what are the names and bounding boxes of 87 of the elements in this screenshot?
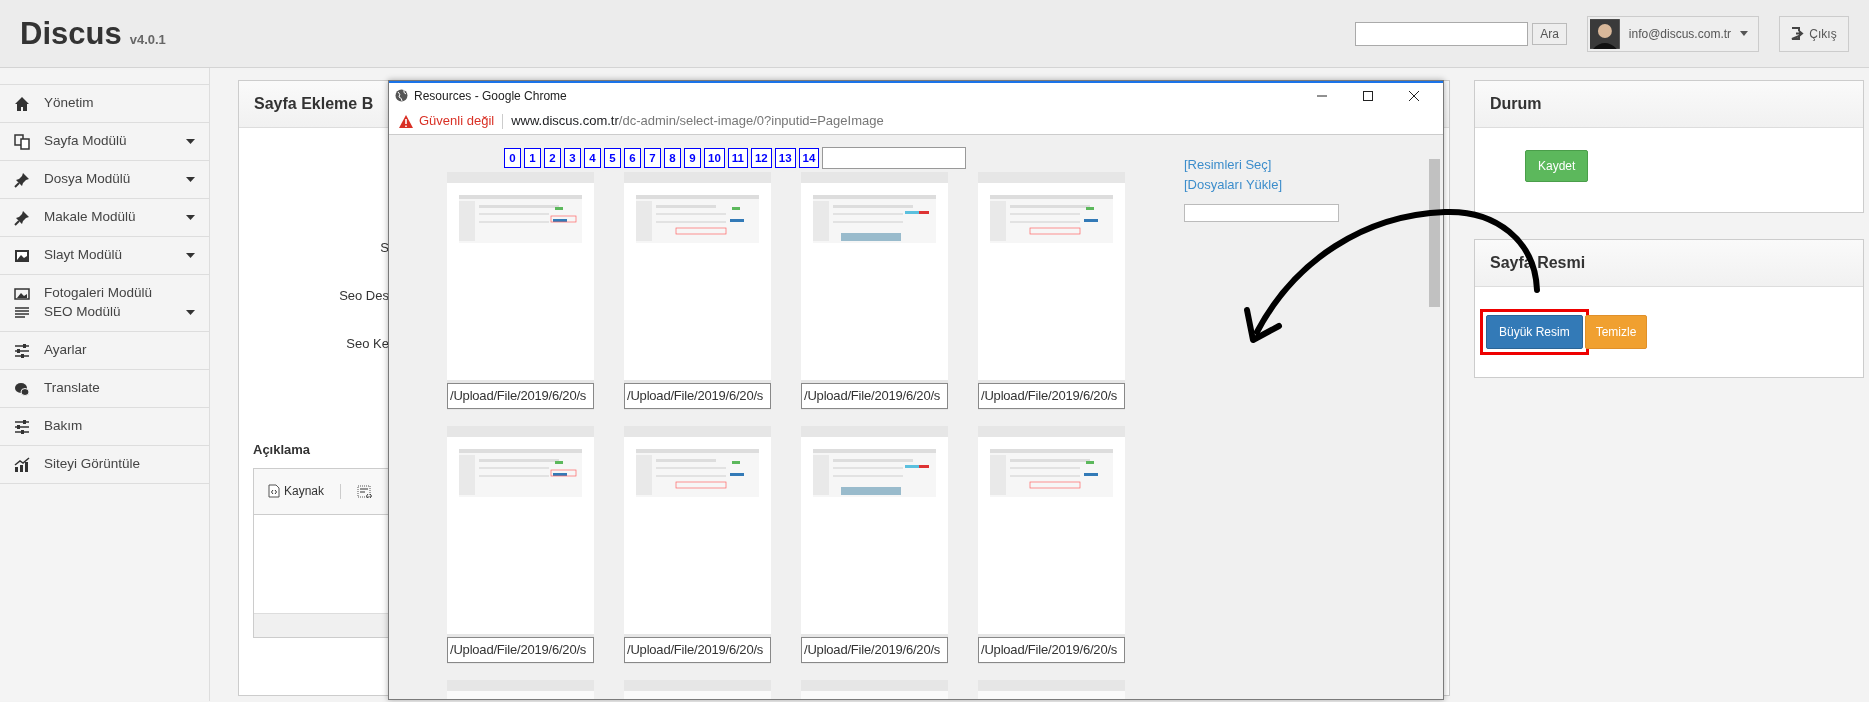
sliders-icon <box>14 342 30 359</box>
home-icon <box>14 95 30 112</box>
pin-icon <box>14 209 30 226</box>
thumbnail-card[interactable]: /Upload/File/2019/6/20/s <box>447 172 594 410</box>
chart-icon <box>14 456 30 473</box>
globe-icon <box>395 89 408 102</box>
path-field[interactable]: /Upload/File/2019/6/20/s <box>447 637 594 663</box>
menu-item-label[interactable]: Sayfa Modülü <box>44 131 127 152</box>
pin-icon <box>14 171 30 188</box>
path-field[interactable]: /Upload/File/2019/6/20/s <box>978 383 1125 409</box>
field-label: Seo Ke <box>346 336 389 351</box>
page-number-button[interactable]: 8 <box>664 148 681 168</box>
security-warning: Güvenli değil <box>419 112 495 131</box>
thumbnail-card[interactable]: /Upload/File/2019/6/20/s <box>801 426 948 664</box>
path-field[interactable]: /Upload/File/2019/6/20/s <box>801 383 948 409</box>
page-number-button[interactable]: 4 <box>584 148 601 168</box>
menu-item-label[interactable]: Translate <box>44 378 100 399</box>
thumbnail-card[interactable]: /Upload/File/2019/6/20/s <box>624 426 771 664</box>
page-number-button[interactable]: 6 <box>624 148 641 168</box>
sliders-icon <box>14 418 30 435</box>
menu-item-label[interactable]: Siteyi Görüntüle <box>44 454 141 475</box>
page-number-button[interactable]: 3 <box>564 148 581 168</box>
scrollbar[interactable] <box>1426 135 1443 699</box>
page-number-button[interactable]: 2 <box>544 148 561 168</box>
user-menu-button[interactable]: info@discus.com.tr <box>1587 15 1759 52</box>
brand-logo: Discus <box>20 17 122 49</box>
search-field[interactable] <box>1355 21 1529 46</box>
panel-title: Durum <box>1475 81 1863 128</box>
page-number-button[interactable]: 0 <box>504 148 521 168</box>
page-number-button[interactable]: 1 <box>524 148 541 168</box>
lines-icon <box>14 304 30 321</box>
warning-icon <box>399 114 413 128</box>
field-label: S <box>380 240 389 255</box>
upload-field[interactable] <box>1184 204 1339 222</box>
menu-item-label[interactable]: Bakım <box>44 416 83 437</box>
maximize-icon <box>1362 89 1374 102</box>
caret-icon <box>186 310 195 315</box>
logout-icon <box>1791 27 1805 40</box>
source-button[interactable]: Kaynak <box>268 482 325 500</box>
caret-icon <box>186 215 195 220</box>
window-title: Resources - Google Chrome <box>414 87 567 105</box>
path-field[interactable]: /Upload/File/2019/6/20/s <box>801 637 948 663</box>
thumbnail-card[interactable]: /Upload/File/2019/6/20/s <box>801 172 948 410</box>
caret-icon <box>186 177 195 182</box>
page-number-button[interactable]: 5 <box>604 148 621 168</box>
image-icon <box>14 247 30 264</box>
page-number-button[interactable]: 14 <box>798 148 820 168</box>
caret-icon <box>1740 31 1748 36</box>
menu-item-label[interactable]: SEO Modülü <box>44 302 121 323</box>
close-icon <box>1408 89 1420 102</box>
page-field[interactable] <box>822 147 967 169</box>
menu-item-label[interactable]: Dosya Modülü <box>44 169 131 190</box>
field-label: Açıklama <box>253 441 312 459</box>
path-field[interactable]: /Upload/File/2019/6/20/s <box>624 383 771 409</box>
page-number-button[interactable]: 11 <box>727 148 748 168</box>
avatar-icon <box>1590 18 1620 49</box>
page-number-button[interactable]: 13 <box>774 148 796 168</box>
path-field[interactable]: /Upload/File/2019/6/20/s <box>978 637 1125 663</box>
caret-icon <box>186 139 195 144</box>
chat-icon <box>14 380 30 397</box>
version-label: v4.0.1 <box>129 30 166 49</box>
thumbnail-card[interactable]: /Upload/File/2019/6/20/s <box>624 172 771 410</box>
menu-item-label[interactable]: Fotogaleri Modülü <box>44 283 153 304</box>
thumbnail-card[interactable]: /Upload/File/2019/6/20/s <box>978 172 1125 410</box>
page-number-button[interactable]: 9 <box>684 148 701 168</box>
search-button[interactable]: Ara <box>1532 22 1567 45</box>
menu-item-label[interactable]: Slayt Modülü <box>44 245 123 266</box>
menu-item-label[interactable]: Ayarlar <box>44 340 87 361</box>
thumbnail-card[interactable]: /Upload/File/2019/6/20/s <box>978 426 1125 664</box>
pages-icon <box>14 133 30 150</box>
template-button[interactable] <box>357 482 374 500</box>
template-icon <box>357 484 374 499</box>
source-icon <box>268 484 280 498</box>
field-label: Seo Des <box>339 288 389 303</box>
page-number-button[interactable]: 7 <box>644 148 661 168</box>
path-field[interactable]: /Upload/File/2019/6/20/s <box>447 383 594 409</box>
caret-icon <box>186 253 195 258</box>
thumbnail-card[interactable]: /Upload/File/2019/6/20/s <box>447 426 594 664</box>
menu-item-label[interactable]: Yönetim <box>44 93 94 114</box>
menu-item-label[interactable]: Makale Modülü <box>44 207 136 228</box>
path-field[interactable]: /Upload/File/2019/6/20/s <box>624 637 771 663</box>
page-number-button[interactable]: 12 <box>750 148 772 168</box>
logout-button[interactable]: Çıkış <box>1779 15 1849 52</box>
photos-icon <box>14 285 30 302</box>
large-image-button[interactable]: Büyük Resim <box>1486 315 1583 349</box>
address-field[interactable]: www.discus.com.tr/dc-admin/select-image/0?inputid=PageImage <box>511 111 884 131</box>
page-number-button[interactable]: 10 <box>704 148 725 168</box>
